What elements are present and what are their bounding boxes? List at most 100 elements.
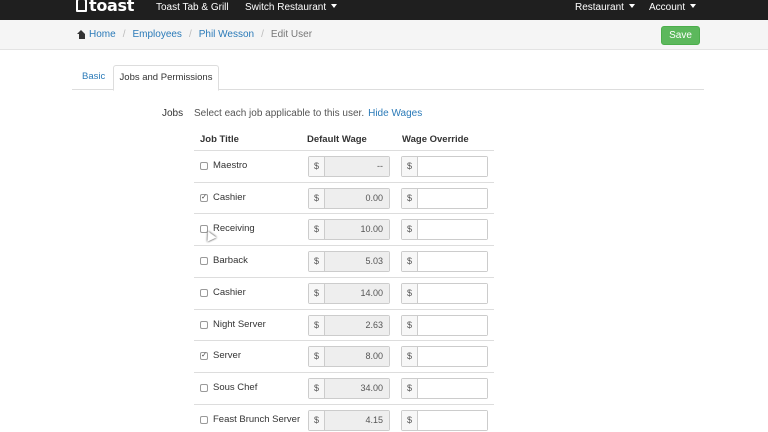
default-wage-field: $0.00 (308, 187, 390, 209)
switch-restaurant-label: Switch Restaurant (245, 2, 327, 13)
wage-override-field: $ (401, 156, 488, 177)
job-title-header: Job Title (200, 134, 239, 145)
wage-override-input[interactable] (418, 220, 487, 240)
job-checkbox[interactable] (200, 415, 208, 424)
job-row: Cashier $14.00 $ (194, 276, 494, 309)
currency-addon: $ (402, 157, 418, 176)
currency-addon: $ (402, 378, 418, 398)
job-checkbox[interactable] (200, 288, 208, 297)
wage-override-input[interactable] (418, 347, 487, 367)
currency-addon: $ (309, 410, 325, 430)
wage-override-input[interactable] (418, 378, 487, 398)
wage-override-field: $ (401, 251, 488, 273)
restaurant-menu-label: Restaurant (575, 2, 624, 13)
currency-addon: $ (309, 283, 325, 303)
default-wage-field: $34.00 (308, 377, 390, 399)
default-wage-value: 4.15 (325, 410, 389, 430)
account-menu[interactable]: Account (649, 2, 697, 13)
breadcrumb-employee[interactable]: Phil Wesson (199, 29, 254, 40)
tab-jobs-and-permissions[interactable]: Jobs and Permissions (113, 65, 219, 91)
wage-override-field: $ (401, 377, 488, 399)
restaurant-menu[interactable]: Restaurant (575, 2, 635, 13)
job-title: Receiving (213, 223, 255, 235)
currency-addon: $ (402, 252, 418, 272)
currency-addon: $ (402, 283, 418, 303)
account-menu-label: Account (649, 2, 686, 13)
default-wage-header: Default Wage (307, 134, 367, 145)
job-row: ✓ Server $8.00 $ (194, 340, 494, 372)
breadcrumb-current: Edit User (270, 29, 313, 40)
toast-logo[interactable]: toast (76, 0, 134, 15)
default-wage-value: 34.00 (325, 378, 389, 398)
brand-name: toast (89, 0, 135, 15)
wage-override-input[interactable] (418, 252, 487, 272)
breadcrumb-employees[interactable]: Employees (132, 29, 181, 40)
default-wage-field: $10.00 (308, 219, 390, 241)
job-checkbox[interactable] (200, 162, 208, 170)
switch-restaurant-menu[interactable]: Switch Restaurant (245, 2, 338, 13)
wage-override-field: $ (401, 346, 488, 368)
currency-addon: $ (309, 220, 325, 240)
currency-addon: $ (402, 410, 418, 430)
tab-bar: Basic Jobs and Permissions (72, 65, 704, 91)
tab-basic[interactable]: Basic (82, 65, 105, 90)
currency-addon: $ (309, 378, 325, 398)
wage-override-field: $ (401, 409, 488, 431)
wage-override-field: $ (401, 219, 488, 241)
caret-down-icon (690, 4, 697, 8)
currency-addon: $ (309, 188, 325, 208)
job-title: Night Server (213, 318, 266, 330)
job-title: Server (213, 350, 241, 362)
job-title: Sous Chef (213, 381, 258, 393)
wage-override-field: $ (401, 282, 488, 304)
breadcrumb-separator: / (122, 29, 126, 40)
job-row: Sous Chef $34.00 $ (194, 371, 494, 404)
job-checkbox[interactable]: ✓ (200, 352, 208, 361)
default-wage-value: 0.00 (325, 188, 389, 208)
breadcrumb-home[interactable]: Home (89, 29, 116, 40)
wage-override-input[interactable] (418, 315, 487, 335)
job-row: Maestro $ -- $ (194, 150, 494, 182)
job-row: Feast Brunch Server $4.15 $ (194, 403, 494, 432)
job-title: Cashier (213, 286, 246, 298)
job-row: Night Server $2.63 $ (194, 308, 494, 341)
jobs-help-message: Select each job applicable to this user. (194, 108, 365, 119)
save-button[interactable]: Save (661, 26, 700, 45)
jobs-help-text: Select each job applicable to this user.… (194, 108, 422, 119)
wage-override-input[interactable] (418, 157, 487, 176)
default-wage-value: 10.00 (325, 220, 389, 240)
job-row: Receiving $10.00 $ (194, 213, 494, 245)
currency-addon: $ (309, 315, 325, 335)
toast-bread-icon (76, 0, 87, 12)
default-wage-field: $14.00 (308, 282, 390, 304)
breadcrumb: Home / Employees / Phil Wesson / Edit Us… (77, 29, 312, 40)
top-navbar: toast Toast Tab & Grill Switch Restauran… (0, 0, 768, 20)
wage-override-field: $ (401, 314, 488, 336)
wage-override-input[interactable] (418, 188, 487, 208)
default-wage-field: $2.63 (308, 314, 390, 336)
default-wage-value: 5.03 (325, 252, 389, 272)
job-checkbox[interactable]: ✓ (200, 193, 208, 202)
job-checkbox[interactable] (200, 383, 208, 392)
default-wage-value: 2.63 (325, 315, 389, 335)
restaurant-name-link[interactable]: Toast Tab & Grill (156, 2, 229, 13)
hide-wages-link[interactable]: Hide Wages (368, 108, 422, 119)
default-wage-value: -- (325, 157, 389, 176)
breadcrumb-separator: / (261, 29, 264, 40)
job-checkbox[interactable] (200, 320, 208, 329)
default-wage-field: $5.03 (308, 251, 390, 273)
wage-override-field: $ (401, 187, 488, 209)
currency-addon: $ (402, 220, 418, 240)
job-title: Feast Brunch Server (213, 413, 301, 425)
currency-addon: $ (309, 157, 325, 176)
job-checkbox[interactable] (200, 257, 208, 266)
default-wage-value: 8.00 (325, 347, 389, 367)
wage-override-input[interactable] (418, 410, 487, 430)
home-icon (77, 30, 86, 39)
default-wage-field: $ -- (308, 156, 390, 177)
breadcrumb-bar: Home / Employees / Phil Wesson / Edit Us… (0, 20, 768, 50)
wage-override-input[interactable] (418, 283, 487, 303)
caret-down-icon (331, 4, 338, 8)
default-wage-field: $8.00 (308, 346, 390, 368)
caret-down-icon (628, 4, 635, 8)
